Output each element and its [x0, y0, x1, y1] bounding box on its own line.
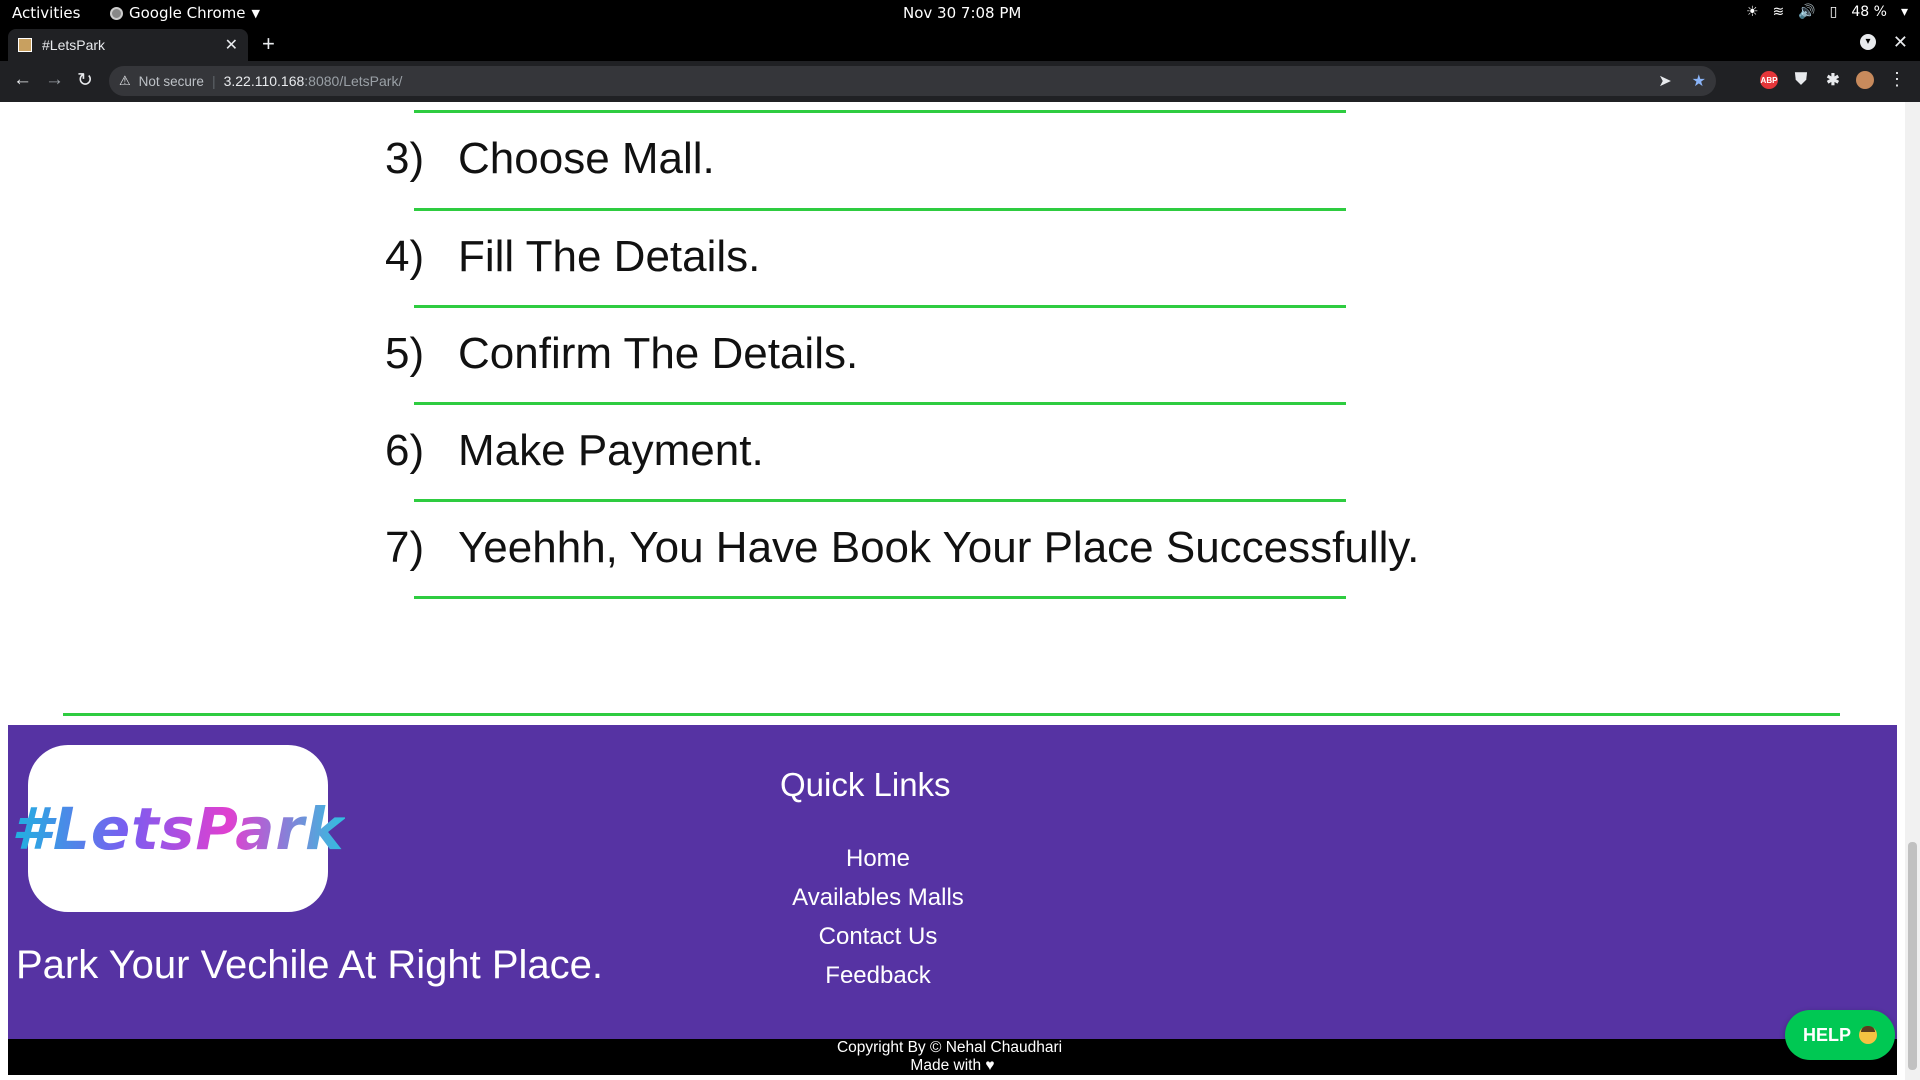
footer-link-contact-us[interactable]: Contact Us [698, 923, 1058, 962]
quick-links-title: Quick Links [780, 766, 951, 803]
logo-text: #LetsPark [11, 794, 345, 863]
page-content: 3) Choose Mall. 4) Fill The Details. 5) Con… [0, 102, 1905, 1080]
shield-icon[interactable]: ⛊ [1792, 71, 1810, 89]
step-item: 6) Make Payment. [385, 426, 764, 476]
step-divider [414, 596, 1346, 599]
back-button[interactable]: ← [13, 69, 32, 91]
favicon-icon [18, 38, 32, 52]
help-label: HELP [1802, 1024, 1851, 1045]
tab-strip: #LetsPark ✕ + ▾ ✕ [0, 27, 1920, 61]
step-text: Choose Mall. [458, 134, 715, 183]
send-tab-icon[interactable]: ➤ [1658, 71, 1671, 91]
new-tab-button[interactable]: + [262, 31, 275, 57]
tab-search-icon[interactable]: ▾ [1860, 34, 1876, 50]
step-text: Fill The Details. [458, 232, 761, 281]
url-host: 3.22.110.168 [223, 73, 305, 89]
footer-tagline: Park Your Vechile At Right Place. [16, 943, 604, 987]
person-emoji-icon [1859, 1026, 1877, 1044]
site-footer: #LetsPark Park Your Vechile At Right Pla… [8, 725, 1897, 1039]
warning-icon[interactable]: ⚠ [119, 73, 131, 89]
step-divider [414, 499, 1346, 502]
clock[interactable]: Nov 30 7:08 PM [903, 4, 1021, 22]
step-text: Make Payment. [458, 426, 764, 475]
step-number: 6) [385, 426, 425, 475]
step-number: 4) [385, 232, 425, 281]
extensions-puzzle-icon[interactable]: ✱ [1824, 71, 1842, 89]
extensions-area: ABP ⛊ ✱ [1760, 71, 1874, 89]
app-menu[interactable]: Google Chrome ▼ [110, 4, 260, 22]
tab-title: #LetsPark [42, 37, 106, 53]
bookmark-star-icon[interactable]: ★ [1692, 71, 1706, 91]
step-number: 5) [385, 329, 425, 378]
profile-avatar[interactable] [1856, 71, 1874, 89]
app-name: Google Chrome [129, 4, 246, 22]
quick-links-list: Home Availables Malls Contact Us Feedbac… [698, 845, 1058, 1001]
step-item: 3) Choose Mall. [385, 134, 715, 184]
step-item: 5) Confirm The Details. [385, 329, 858, 379]
kebab-menu-icon[interactable]: ⋮ [1888, 69, 1906, 90]
brightness-icon: ☀ [1745, 4, 1759, 20]
step-divider [414, 110, 1346, 113]
copyright-bar: Copyright By © Nehal Chaudhari Made with… [8, 1039, 1897, 1075]
system-tray[interactable]: ☀ ≋ 🔊 ▯ 48 % ▾ [1746, 4, 1908, 20]
browser-toolbar: ← → ↻ ⚠ Not secure | 3.22.110.168:8080/L… [0, 61, 1920, 102]
copyright-text: Copyright By © Nehal Chaudhari [836, 1039, 1063, 1056]
window-close-icon[interactable]: ✕ [1893, 32, 1908, 53]
help-button[interactable]: HELP [1785, 1010, 1895, 1060]
step-divider [414, 305, 1346, 308]
step-divider [414, 402, 1346, 405]
address-bar[interactable]: ⚠ Not secure | 3.22.110.168:8080/LetsPar… [109, 66, 1716, 96]
battery-icon: ▯ [1829, 4, 1838, 20]
letspark-logo[interactable]: #LetsPark [12, 745, 344, 912]
url-path: :8080/LetsPark/ [304, 73, 403, 89]
scrollbar-thumb[interactable] [1908, 842, 1917, 1070]
footer-link-available-malls[interactable]: Availables Malls [698, 884, 1058, 923]
footer-link-feedback[interactable]: Feedback [698, 962, 1058, 1001]
tab-letspark[interactable]: #LetsPark ✕ [8, 29, 248, 61]
page-scrollbar[interactable] [1905, 102, 1920, 1080]
security-label[interactable]: Not secure [139, 74, 204, 89]
caret-down-icon: ▼ [251, 6, 260, 20]
forward-button[interactable]: → [45, 69, 64, 91]
reload-button[interactable]: ↻ [77, 69, 93, 92]
step-item: 4) Fill The Details. [385, 232, 760, 282]
divider: | [211, 73, 216, 89]
step-text: Yeehhh, You Have Book Your Place Success… [458, 523, 1420, 572]
step-divider [414, 208, 1346, 211]
step-number: 3) [385, 134, 425, 183]
made-with-text: Made with ♥ [910, 1057, 995, 1074]
caret-down-icon: ▾ [1900, 4, 1908, 20]
activities-button[interactable]: Activities [12, 4, 80, 22]
step-item: 7) Yeehhh, You Have Book Your Place Succe… [385, 523, 1419, 573]
close-tab-icon[interactable]: ✕ [225, 35, 238, 55]
chrome-icon [110, 6, 123, 20]
system-top-bar: Activities Google Chrome ▼ Nov 30 7:08 P… [0, 0, 1920, 27]
adblock-icon[interactable]: ABP [1760, 71, 1778, 89]
step-number: 7) [385, 523, 425, 572]
battery-percent: 48 % [1851, 4, 1887, 20]
step-text: Confirm The Details. [458, 329, 859, 378]
wifi-icon: ≋ [1772, 4, 1785, 20]
volume-icon: 🔊 [1798, 4, 1816, 20]
footer-link-home[interactable]: Home [698, 845, 1058, 884]
footer-separator [63, 713, 1840, 716]
